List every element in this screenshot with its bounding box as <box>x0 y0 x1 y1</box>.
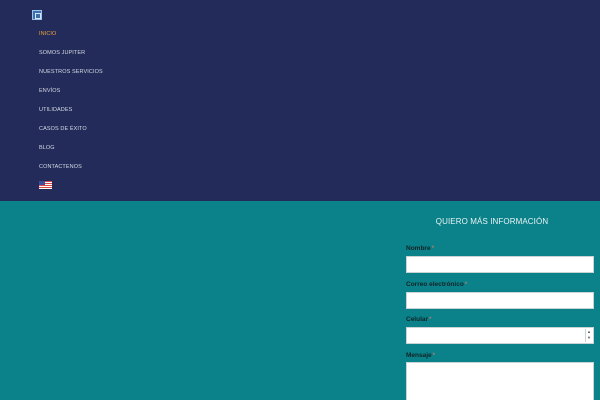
stepper-down-icon[interactable]: ▼ <box>586 335 592 341</box>
required-mark: * <box>429 316 432 323</box>
nav-item-utilidades: UTILIDADES <box>39 100 103 119</box>
required-mark: * <box>464 281 468 288</box>
nav-item-envios: ENVÍOS <box>39 81 103 100</box>
email-input[interactable] <box>406 292 594 309</box>
us-flag-icon[interactable] <box>39 181 52 189</box>
main-nav: INICIO SOMOS JUPITER NUESTROS SERVICIOS … <box>39 24 103 176</box>
nav-link-blog[interactable]: BLOG <box>39 145 55 151</box>
header: INICIO SOMOS JUPITER NUESTROS SERVICIOS … <box>0 0 600 201</box>
nav-item-blog: BLOG <box>39 138 103 157</box>
nav-item-casos-de-exito: CASOS DE ÉXITO <box>39 119 103 138</box>
nav-link-somos-jupiter[interactable]: SOMOS JUPITER <box>39 50 85 56</box>
nav-link-nuestros-servicios[interactable]: NUESTROS SERVICIOS <box>39 69 103 75</box>
form-title: QUIERO MÁS INFORMACIÓN <box>435 217 549 226</box>
phone-stepper[interactable]: ▲ ▼ <box>585 329 592 342</box>
nav-link-casos-de-exito[interactable]: CASOS DE ÉXITO <box>39 126 87 132</box>
email-label: Correo electrónico* <box>406 281 468 288</box>
message-label: Mensaje* <box>406 352 436 359</box>
nav-item-somos-jupiter: SOMOS JUPITER <box>39 43 103 62</box>
nav-link-utilidades[interactable]: UTILIDADES <box>39 107 72 113</box>
nav-item-contactenos: CONTACTENOS <box>39 157 103 176</box>
message-textarea[interactable] <box>406 362 594 400</box>
nav-item-inicio: INICIO <box>39 24 103 43</box>
name-label: Nombre* <box>406 245 435 252</box>
site-logo-icon[interactable] <box>32 10 42 20</box>
nav-link-inicio[interactable]: INICIO <box>39 31 56 37</box>
nav-link-contactenos[interactable]: CONTACTENOS <box>39 164 82 170</box>
required-mark: * <box>431 245 435 252</box>
required-mark: * <box>432 352 436 359</box>
nav-item-nuestros-servicios: NUESTROS SERVICIOS <box>39 62 103 81</box>
nav-link-envios[interactable]: ENVÍOS <box>39 88 60 94</box>
phone-input[interactable]: ▲ ▼ <box>406 327 594 344</box>
phone-label: Celular* <box>406 316 432 323</box>
name-input[interactable] <box>406 256 594 273</box>
